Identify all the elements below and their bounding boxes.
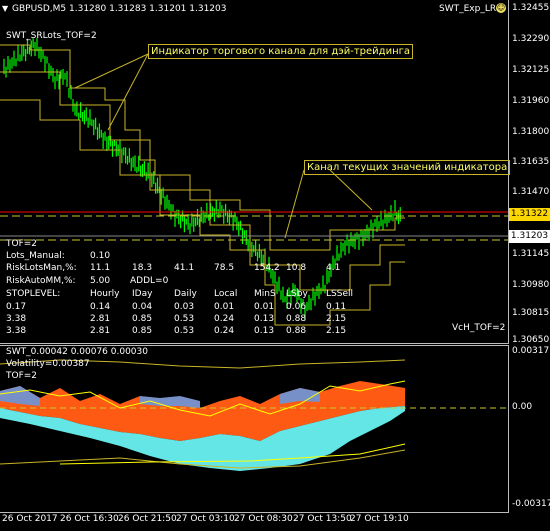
col-header: STOPLEVEL: bbox=[6, 289, 61, 299]
stoplevel-cell: 0.88 bbox=[286, 326, 307, 336]
callout-pointer-2 bbox=[107, 53, 149, 131]
risk-lots-value: 154.2 bbox=[254, 263, 280, 273]
callout-current-values: Канал текущих значений индикатора bbox=[304, 160, 511, 175]
stoplevel-cell: 0.53 bbox=[174, 326, 195, 336]
risk-lots-value: 41.1 bbox=[174, 263, 195, 273]
stoplevel-cell: 0.01 bbox=[214, 302, 235, 312]
time-tick: 27 Oct 08:30 bbox=[234, 514, 293, 524]
stoplevel-cell: 0.85 bbox=[132, 326, 153, 336]
col-header: LSby bbox=[286, 289, 308, 299]
price-tick: 1.31635 bbox=[512, 157, 550, 167]
oscillator-chart[interactable] bbox=[0, 346, 508, 511]
vch-label: VcH_TOF=2 bbox=[452, 323, 506, 333]
chart-menu-icon[interactable]: ▼ bbox=[2, 4, 8, 13]
callout-pointer-3 bbox=[284, 169, 305, 239]
addl-value: ADDL=0 bbox=[130, 276, 169, 286]
risk-lots-value: 4.1 bbox=[326, 263, 341, 273]
stoplevel-data-row: 0.17 0.14 0.04 0.03 0.01 0.01 0.06 0.11 bbox=[6, 302, 366, 312]
price-tick: 1.31800 bbox=[512, 127, 550, 137]
stoplevel-cell: 0.13 bbox=[254, 314, 275, 324]
risk-lots-value: 78.5 bbox=[214, 263, 235, 273]
subwindow-tof: TOF=2 bbox=[6, 371, 38, 381]
price-tick: 1.32290 bbox=[512, 34, 550, 44]
col-header: Daily bbox=[174, 289, 197, 299]
expert-name: SWT_Exp_LRE bbox=[439, 4, 502, 14]
sub-axis-tick: -0.00317 bbox=[512, 499, 550, 509]
risk-lots-value: 11.1 bbox=[90, 263, 111, 273]
stoplevel-cell: 0.85 bbox=[132, 314, 153, 324]
stoplevel-header-row: STOPLEVEL: Hourly IDay Daily Local MinS LSby LS… bbox=[6, 289, 366, 299]
stoplevel-data-row: 3.38 2.81 0.85 0.53 0.24 0.13 0.88 2.15 bbox=[6, 314, 366, 324]
time-tick: 27 Oct 19:10 bbox=[350, 514, 409, 524]
risk-auto-label: RiskAutoMM,%: bbox=[6, 276, 76, 286]
stoplevel-cell: 0.04 bbox=[132, 302, 153, 312]
risk-lots-label: RiskLotsMan,%: bbox=[6, 263, 77, 273]
stoplevel-cell: 3.38 bbox=[6, 314, 27, 324]
col-header: IDay bbox=[132, 289, 153, 299]
price-box-upper: 1.31322 bbox=[509, 208, 550, 221]
stoplevel-cell: 3.38 bbox=[6, 326, 27, 336]
stoplevel-cell: 0.11 bbox=[326, 302, 347, 312]
time-tick: 26 Oct 16:30 bbox=[60, 514, 119, 524]
stoplevel-cell: 0.03 bbox=[174, 302, 195, 312]
time-tick: 26 Oct 21:50 bbox=[118, 514, 177, 524]
col-header: Local bbox=[214, 289, 238, 299]
stoplevel-cell: 2.81 bbox=[90, 314, 111, 324]
risk-auto-row: RiskAutoMM,%: 5.00 ADDL=0 bbox=[6, 276, 168, 286]
stoplevel-cell: 2.81 bbox=[90, 326, 111, 336]
callout-pointer-4 bbox=[329, 169, 373, 211]
smiley-face-icon[interactable]: ☺ bbox=[496, 3, 506, 13]
symbol-title: GBPUSD,M5 1.31280 1.31283 1.31201 1.3120… bbox=[12, 4, 227, 14]
price-tick: 1.30980 bbox=[512, 280, 550, 290]
price-box-current: 1.31203 bbox=[509, 230, 550, 243]
sub-axis-tick: 0.00 bbox=[512, 402, 533, 412]
time-tick: 27 Oct 03:10 bbox=[176, 514, 235, 524]
indicator-name: SWT_SRLots_TOF=2 bbox=[6, 31, 97, 41]
risk-lots-row: RiskLotsMan,%: 11.1 18.3 41.1 78.5 154.2 10.8 4… bbox=[6, 263, 356, 273]
price-tick: 1.31470 bbox=[512, 187, 550, 197]
sub-axis-tick: 0.00317 bbox=[512, 346, 550, 356]
stoplevel-cell: 0.24 bbox=[214, 314, 235, 324]
col-header: MinS bbox=[254, 289, 276, 299]
lots-manual-label: Lots_Manual: bbox=[6, 251, 65, 261]
stoplevel-cell: 2.15 bbox=[326, 314, 347, 324]
stoplevel-data-row: 3.38 2.81 0.85 0.53 0.24 0.13 0.88 2.15 bbox=[6, 326, 366, 336]
stoplevel-cell: 0.01 bbox=[254, 302, 275, 312]
risk-lots-value: 10.8 bbox=[286, 263, 307, 273]
col-header: Hourly bbox=[90, 289, 120, 299]
subwindow-title: SWT_0.00042 0.00076 0.00030 bbox=[6, 347, 148, 357]
time-tick: 26 Oct 2017 bbox=[2, 514, 58, 524]
info-tof: TOF=2 bbox=[6, 239, 38, 249]
callout-pointer-1 bbox=[74, 53, 149, 89]
stoplevel-cell: 0.06 bbox=[286, 302, 307, 312]
price-tick: 1.30650 bbox=[512, 335, 550, 345]
time-tick: 27 Oct 13:50 bbox=[293, 514, 352, 524]
price-tick: 1.30815 bbox=[512, 308, 550, 318]
lots-manual-value: 0.10 bbox=[90, 251, 111, 261]
stoplevel-cell: 0.14 bbox=[90, 302, 111, 312]
stoplevel-cell: 0.88 bbox=[286, 314, 307, 324]
price-tick: 1.32125 bbox=[512, 65, 550, 75]
price-tick: 1.31145 bbox=[512, 249, 550, 259]
stoplevel-cell: 0.13 bbox=[254, 326, 275, 336]
stoplevel-cell: 0.53 bbox=[174, 314, 195, 324]
risk-auto-value: 5.00 bbox=[90, 276, 111, 286]
callout-channel-indicator: Индикатор торгового канала для дэй-трейд… bbox=[148, 44, 413, 59]
price-tick: 1.31960 bbox=[512, 96, 550, 106]
risk-lots-value: 18.3 bbox=[132, 263, 153, 273]
volatility-label: Volatility=0.00387 bbox=[6, 359, 90, 369]
stoplevel-cell: 0.24 bbox=[214, 326, 235, 336]
stoplevel-cell: 0.17 bbox=[6, 302, 27, 312]
stoplevel-cell: 2.15 bbox=[326, 326, 347, 336]
col-header: LSSell bbox=[326, 289, 353, 299]
price-tick: 1.32455 bbox=[512, 3, 550, 13]
